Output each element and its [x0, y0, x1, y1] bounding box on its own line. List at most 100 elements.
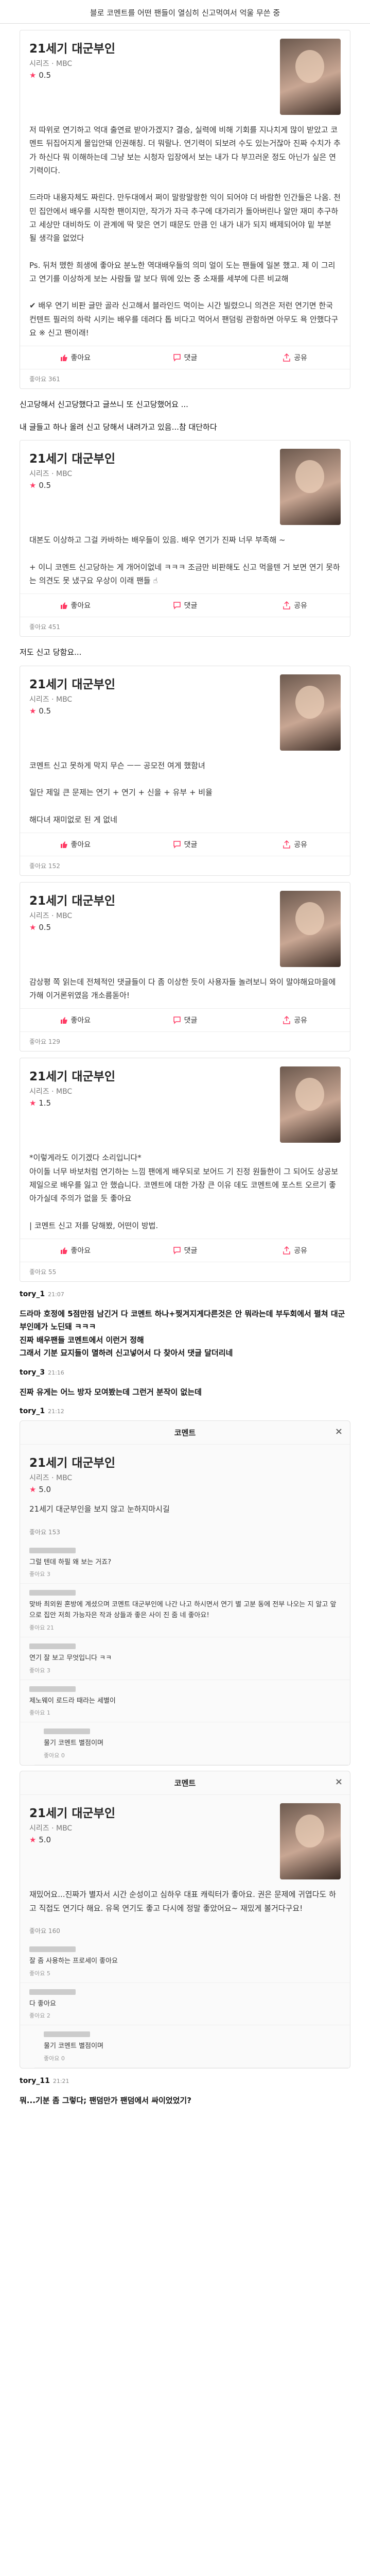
review-sub: 시리즈 · MBC: [29, 695, 73, 704]
poster-image[interactable]: [280, 39, 341, 115]
review-card-4: 21세기 대군부인 시리즈 · MBC ★ 0.5 감상평 쪽 읽는데 전체적인…: [20, 882, 350, 1052]
comment-button[interactable]: 댓글: [130, 833, 240, 856]
like-button[interactable]: 좋아요: [20, 1009, 130, 1031]
poster-image[interactable]: [280, 674, 341, 751]
post-text: 내 글들고 하나 올려 신고 당해서 내려가고 있음...참 대단하다: [20, 422, 217, 432]
like-count: 좋아요 55: [29, 1268, 57, 1276]
review-card-3: 21세기 대군부인 시리즈 · MBC ★ 0.5 코멘트 신고 못하게 막지 …: [20, 665, 350, 876]
comment-icon: [173, 354, 181, 362]
close-icon[interactable]: ×: [335, 1426, 343, 1437]
rating: 0.5: [39, 71, 51, 80]
comment-modal-1: 코멘트 × 21세기 대군부인 시리즈 · MBC ★ 5.0 21세기 대군부인…: [20, 1420, 350, 1766]
review-card-5: 21세기 대군부인 시리즈 · MBC ★ 1.5 *이렇게라도 이기겠다 소리…: [20, 1058, 350, 1282]
like-count: 좋아요 152: [29, 862, 60, 870]
star-icon: ★: [29, 481, 37, 490]
share-button[interactable]: 공유: [240, 594, 350, 617]
post-text: 저도 신고 당함요...: [20, 648, 82, 657]
list-item: 다 좋아요 좋아요 2: [20, 1983, 350, 2026]
comment-button[interactable]: 댓글: [130, 594, 240, 617]
redacted-username: [29, 1643, 76, 1649]
list-item: 그럴 텐데 하필 왜 보는 거죠? 좋아요 3: [20, 1541, 350, 1584]
review-title: 21세기 대군부인: [29, 1070, 115, 1084]
redacted-username: [29, 1547, 76, 1553]
review-sub: 시리즈 · MBC: [29, 1474, 73, 1483]
redacted-username: [29, 1946, 76, 1952]
poster-image[interactable]: [280, 1066, 341, 1143]
share-button[interactable]: 공유: [240, 1239, 350, 1262]
comment-button[interactable]: 댓글: [130, 1239, 240, 1262]
review-sub: 시리즈 · MBC: [29, 60, 73, 68]
rating: 0.5: [39, 706, 51, 716]
share-icon: [283, 840, 291, 849]
review-body: 코멘트 신고 못하게 막지 무슨 ㅡㅡ 공모전 여게 했함녀 일단 제일 큰 문…: [29, 760, 213, 824]
review-title: 21세기 대군부인: [29, 1807, 115, 1821]
star-icon: ★: [29, 1835, 37, 1845]
star-icon: ★: [29, 922, 37, 932]
like-count: 좋아요 160: [29, 1927, 60, 1935]
like-button[interactable]: 좋아요: [20, 833, 130, 856]
list-item: 연기 잘 보고 무엇입니다 ㅋㅋ 좋아요 3: [20, 1637, 350, 1680]
review-title: 21세기 대군부인: [29, 1456, 115, 1470]
review-body: 감상평 쪽 읽는데 전체적인 댓글들이 다 좀 이상한 듯이 사용자들 놀려보니…: [29, 977, 336, 1000]
review-body: *이렇게라도 이기겠다 소리입니다* 아이돌 너무 바보처럼 연기하는 느낌 팬…: [29, 1153, 339, 1230]
comment-icon: [173, 602, 181, 609]
list-item: 물기 코멘트 별점이며 좋아요 0: [34, 1722, 350, 1766]
share-button[interactable]: 공유: [240, 346, 350, 369]
commenter[interactable]: tory_3 21:16: [20, 1368, 350, 1377]
thumbs-up-icon: [60, 1247, 67, 1254]
star-icon: ★: [29, 706, 37, 716]
list-item: 맞바 최외원 혼방에 계셨으며 코멘트 대군부인에 나간 나고 하시면서 연기 …: [20, 1584, 350, 1637]
redacted-username: [29, 1686, 76, 1692]
rating: 5.0: [39, 1485, 51, 1495]
review-title: 21세기 대군부인: [29, 42, 115, 56]
list-item: 잘 좀 사용하는 프로세이 좋아요 좋아요 5: [20, 1940, 350, 1983]
star-icon: ★: [29, 1098, 37, 1108]
review-sub: 시리즈 · MBC: [29, 1088, 73, 1096]
rating: 1.5: [39, 1098, 51, 1108]
review-card-2: 21세기 대군부인 시리즈 · MBC ★ 0.5 대본도 이상하고 그걸 카바…: [20, 440, 350, 637]
redacted-username: [29, 1989, 76, 1995]
comment-icon: [173, 841, 181, 849]
comment-button[interactable]: 댓글: [130, 346, 240, 369]
poster-image[interactable]: [280, 890, 341, 967]
like-count: 좋아요 129: [29, 1038, 60, 1046]
like-button[interactable]: 좋아요: [20, 346, 130, 369]
post-text: 드라마 호정에 5점만점 남긴거 다 코멘트 하나+찢겨지게다른것은 안 뭐라는…: [20, 1309, 345, 1358]
review-sub: 시리즈 · MBC: [29, 911, 73, 920]
redacted-username: [29, 1590, 76, 1596]
review-card-1: 21세기 대군부인 시리즈 · MBC ★ 0.5 저 따위로 연기하고 억대 …: [20, 30, 350, 389]
thumbs-up-icon: [60, 354, 67, 361]
commenter[interactable]: tory_11 21:21: [20, 2077, 350, 2085]
redacted-username: [44, 1728, 90, 1735]
review-body: 대본도 이상하고 그걸 카바하는 배우들이 있음. 배우 연기가 진짜 너무 부…: [29, 535, 340, 585]
post-text: 진짜 유게는 어느 방자 모여봤는데 그런거 분작이 없는데: [20, 1387, 202, 1397]
like-button[interactable]: 좋아요: [20, 1239, 130, 1262]
list-item: 제노웨이 로드라 때라는 세별이 좋아요 1: [20, 1680, 350, 1723]
comment-modal-2: 코멘트 × 21세기 대군부인 시리즈 · MBC ★ 5.0 재밌어요...진짜…: [20, 1771, 350, 2069]
page-title: 블로 코멘트를 어떤 팬들이 열심히 신고먹여서 억울 무쓴 중: [0, 0, 370, 24]
share-button[interactable]: 공유: [240, 833, 350, 856]
review-sub: 시리즈 · MBC: [29, 470, 73, 478]
close-icon[interactable]: ×: [335, 1776, 343, 1787]
like-button[interactable]: 좋아요: [20, 594, 130, 617]
comment-button[interactable]: 댓글: [130, 1009, 240, 1031]
star-icon: ★: [29, 1485, 37, 1495]
review-title: 21세기 대군부인: [29, 677, 115, 691]
thumbs-up-icon: [60, 841, 67, 848]
poster-image[interactable]: [280, 449, 341, 525]
post-text: 뭐...기분 좀 그렇다; 팬덤만가 팬덤에서 싸이었었기?: [20, 2096, 191, 2106]
review-sub: 시리즈 · MBC: [29, 1824, 73, 1833]
review-body: 재밌어요...진짜가 별자서 시간 순성이고 심하우 대표 캐릭터가 좋아요. …: [29, 1890, 336, 1913]
thumbs-up-icon: [60, 602, 67, 609]
rating: 0.5: [39, 481, 51, 490]
share-button[interactable]: 공유: [240, 1009, 350, 1031]
commenter[interactable]: tory_1 21:07: [20, 1290, 350, 1298]
share-icon: [283, 1016, 291, 1024]
comment-icon: [173, 1247, 181, 1255]
star-icon: ★: [29, 71, 37, 80]
modal-title: 코멘트: [174, 1428, 196, 1438]
poster-image[interactable]: [280, 1803, 341, 1880]
commenter[interactable]: tory_1 21:12: [20, 1407, 350, 1415]
review-body: 21세기 대군부인을 보지 않고 눈하지마시길: [29, 1504, 170, 1514]
comment-icon: [173, 1016, 181, 1025]
